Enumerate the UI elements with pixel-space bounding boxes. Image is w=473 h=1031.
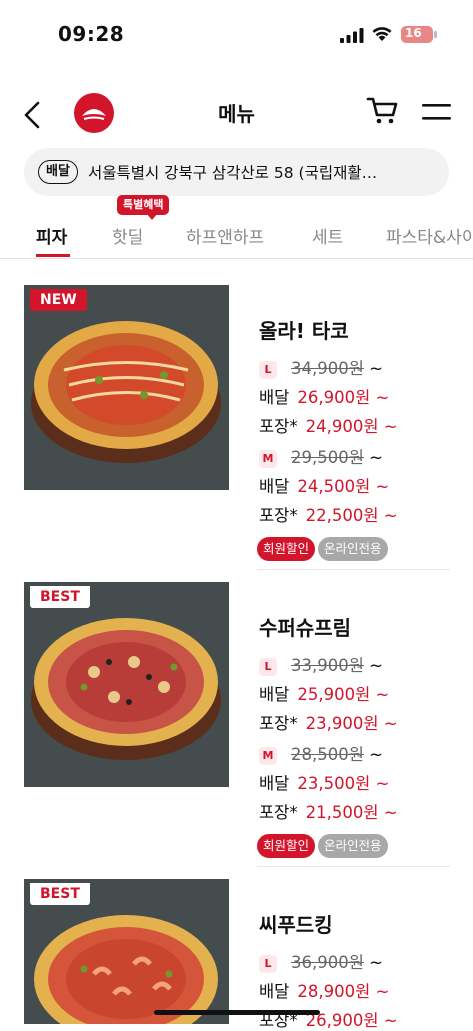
price-original-row: L 36,900원 ~ xyxy=(259,949,383,973)
pizza-illustration xyxy=(31,321,221,463)
pickup-label: 포장* xyxy=(259,506,298,525)
price-original-row: M 29,500원 ~ xyxy=(259,444,383,468)
price-suffix: ~ xyxy=(375,477,390,496)
pickup-price-row: 포장* 23,900원 ~ xyxy=(259,710,398,734)
original-price: 34,900원 xyxy=(291,359,364,378)
product-name: 씨푸드킹 xyxy=(259,913,333,937)
delivery-price: 28,900원 xyxy=(297,982,371,1001)
price-suffix: ~ xyxy=(383,1011,398,1030)
price-suffix: ~ xyxy=(383,803,398,822)
price-original-row: M 28,500원 ~ xyxy=(259,741,383,765)
new-badge: NEW xyxy=(30,289,87,311)
delivery-price-row: 배달 24,500원 ~ xyxy=(259,473,389,497)
delivery-label: 배달 xyxy=(259,982,290,1001)
top-nav: 메뉴 xyxy=(0,82,473,142)
price-suffix: ~ xyxy=(369,656,383,675)
pickup-price: 22,500원 xyxy=(305,506,379,525)
price-original-row: L 34,900원 ~ xyxy=(259,355,383,379)
delivery-label: 배달 xyxy=(259,685,290,704)
best-badge: BEST xyxy=(30,586,90,608)
active-tab-indicator xyxy=(36,254,70,257)
price-original-row: L 33,900원 ~ xyxy=(259,652,383,676)
status-bar: 09:28 16 xyxy=(0,0,473,70)
pickup-label: 포장* xyxy=(259,417,298,436)
price-suffix: ~ xyxy=(383,714,398,733)
special-offer-badge: 특별혜택 xyxy=(117,195,170,220)
best-badge: BEST xyxy=(30,883,90,905)
divider xyxy=(257,866,450,867)
delivery-price-row: 배달 26,900원 ~ xyxy=(259,384,389,408)
status-time: 09:28 xyxy=(58,22,125,46)
pickup-price-row: 포장* 22,500원 ~ xyxy=(259,502,398,526)
promo-chips: 회원할인 온라인전용 xyxy=(257,537,391,561)
delivery-label: 배달 xyxy=(259,388,290,407)
member-discount-chip: 회원할인 xyxy=(257,834,316,858)
product-name: 올라! 타코 xyxy=(259,319,349,343)
delivery-price-row: 배달 23,500원 ~ xyxy=(259,770,389,794)
price-suffix: ~ xyxy=(375,982,390,1001)
pickup-price: 24,900원 xyxy=(305,417,379,436)
wifi-icon xyxy=(372,27,392,41)
delivery-mode-badge: 배달 xyxy=(38,160,78,184)
price-suffix: ~ xyxy=(383,506,398,525)
hamburger-menu-icon[interactable] xyxy=(422,102,452,122)
delivery-label: 배달 xyxy=(259,774,290,793)
price-suffix: ~ xyxy=(369,448,383,467)
original-price: 36,900원 xyxy=(291,953,364,972)
delivery-price: 23,500원 xyxy=(297,774,371,793)
delivery-address-bar[interactable]: 배달 서울특별시 강북구 삼각산로 58 (국립재활… xyxy=(24,148,449,196)
product-image[interactable]: BEST xyxy=(24,879,229,1024)
pickup-price: 21,500원 xyxy=(305,803,379,822)
price-suffix: ~ xyxy=(369,953,383,972)
pizza-illustration xyxy=(31,618,221,760)
original-price: 33,900원 xyxy=(291,656,364,675)
divider xyxy=(257,569,450,570)
size-badge: L xyxy=(259,658,277,676)
size-badge: L xyxy=(259,955,277,973)
pickup-label: 포장* xyxy=(259,714,298,733)
size-badge: M xyxy=(259,747,277,765)
promo-chips: 회원할인 온라인전용 xyxy=(257,834,391,858)
online-only-chip: 온라인전용 xyxy=(318,834,388,858)
tab-set[interactable]: 세트 xyxy=(312,223,343,248)
size-badge: M xyxy=(259,450,277,468)
delivery-price-row: 배달 28,900원 ~ xyxy=(259,978,389,1002)
home-indicator[interactable] xyxy=(154,1010,320,1015)
price-suffix: ~ xyxy=(383,417,398,436)
price-suffix: ~ xyxy=(375,774,390,793)
pickup-label: 포장* xyxy=(259,803,298,822)
battery-level: 16 xyxy=(405,26,422,40)
price-suffix: ~ xyxy=(369,359,383,378)
price-suffix: ~ xyxy=(375,388,390,407)
original-price: 28,500원 xyxy=(291,745,364,764)
battery-tip xyxy=(434,31,437,38)
cart-icon[interactable] xyxy=(366,96,400,126)
battery-icon: 16 xyxy=(401,26,433,43)
delivery-price: 25,900원 xyxy=(297,685,371,704)
category-tabs: 피자 핫딜 하프앤하프 세트 파스타&사이드 xyxy=(0,210,473,259)
pickup-price-row: 포장* 24,900원 ~ xyxy=(259,413,398,437)
original-price: 29,500원 xyxy=(291,448,364,467)
delivery-label: 배달 xyxy=(259,477,290,496)
delivery-price-row: 배달 25,900원 ~ xyxy=(259,681,389,705)
product-image[interactable]: NEW xyxy=(24,285,229,490)
product-image[interactable]: BEST xyxy=(24,582,229,787)
tab-hotdeal[interactable]: 핫딜 xyxy=(112,223,143,248)
delivery-price: 26,900원 xyxy=(297,388,371,407)
member-discount-chip: 회원할인 xyxy=(257,537,316,561)
tab-half-and-half[interactable]: 하프앤하프 xyxy=(186,223,264,248)
cellular-signal-icon xyxy=(340,28,364,43)
online-only-chip: 온라인전용 xyxy=(318,537,388,561)
tab-pasta-side[interactable]: 파스타&사이드 xyxy=(386,223,473,248)
pickup-price-row: 포장* 21,500원 ~ xyxy=(259,799,398,823)
pickup-price: 23,900원 xyxy=(305,714,379,733)
size-badge: L xyxy=(259,361,277,379)
tab-pizza[interactable]: 피자 xyxy=(36,223,67,248)
page-title: 메뉴 xyxy=(218,102,255,126)
product-name: 수퍼슈프림 xyxy=(259,616,351,640)
delivery-address: 서울특별시 강북구 삼각산로 58 (국립재활… xyxy=(88,164,378,182)
price-suffix: ~ xyxy=(375,685,390,704)
delivery-price: 24,500원 xyxy=(297,477,371,496)
price-suffix: ~ xyxy=(369,745,383,764)
